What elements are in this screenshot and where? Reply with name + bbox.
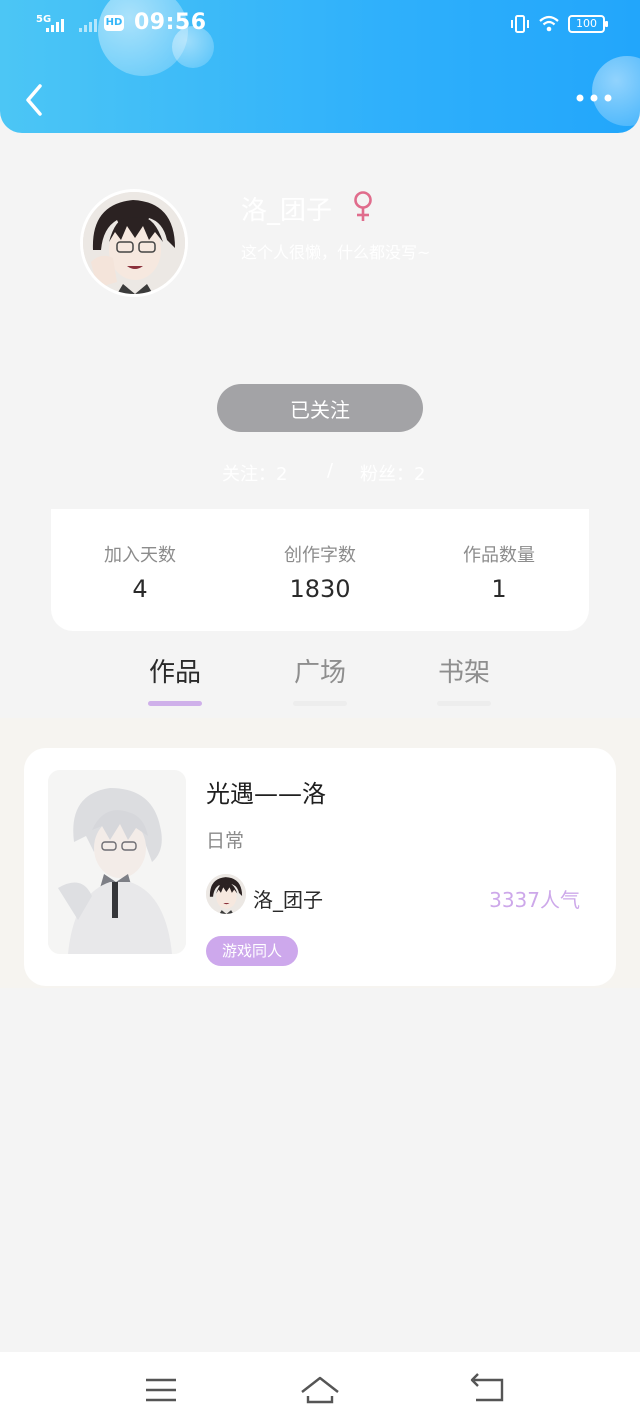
battery-indicator: 100: [568, 15, 608, 33]
stat-value: 1830: [289, 575, 351, 603]
stat-word-count: 创作字数 1830: [250, 541, 390, 603]
work-tag[interactable]: 游戏同人: [206, 936, 299, 966]
user-bio: 这个人很懒，什么都没写~: [241, 243, 431, 262]
tab-square[interactable]: 广场: [275, 652, 365, 706]
author-name: 洛_团子: [253, 888, 323, 912]
header-bar: 5G HD 09:56 100: [0, 0, 640, 133]
status-bar: 5G HD 09:56 100: [0, 0, 640, 48]
popularity-count: 3337人气: [489, 888, 580, 912]
vibrate-icon: [511, 15, 529, 33]
user-avatar[interactable]: [80, 189, 188, 297]
tab-indicator: [293, 701, 347, 706]
stat-value: 4: [132, 575, 148, 603]
secondary-signal-icon: [79, 19, 97, 32]
avatar-illustration: [83, 192, 185, 294]
tab-indicator: [148, 701, 202, 706]
work-cover-image[interactable]: [48, 770, 186, 954]
author-avatar-illustration: [206, 874, 246, 914]
stat-works-count: 作品数量 1: [429, 541, 569, 603]
tab-label: 广场: [293, 658, 346, 688]
username: 洛_团子: [241, 196, 333, 226]
cellular-signal-icon: 5G: [36, 14, 64, 32]
work-title: 光遇——洛: [206, 780, 326, 808]
menu-icon[interactable]: [141, 1370, 181, 1410]
follow-button[interactable]: 已关注: [217, 384, 423, 432]
network-type-label: 5G: [36, 14, 51, 25]
back-button[interactable]: [20, 80, 52, 120]
tab-indicator: [437, 701, 491, 706]
clock-time: 09:56: [134, 10, 207, 35]
tab-bookshelf[interactable]: 书架: [419, 652, 509, 706]
home-icon[interactable]: [300, 1370, 340, 1410]
tab-label: 作品: [148, 658, 201, 688]
tab-label: 书架: [437, 658, 490, 688]
stat-join-days: 加入天数 4: [70, 541, 210, 603]
author-avatar[interactable]: [206, 874, 246, 914]
cover-illustration: [48, 770, 186, 954]
wifi-icon: [539, 15, 559, 32]
return-icon[interactable]: [468, 1370, 508, 1410]
more-options-button[interactable]: [572, 86, 616, 110]
work-card[interactable]: 光遇——洛 日常 洛_团子 3337人气 游戏同人: [24, 748, 616, 986]
system-nav-bar: [0, 1352, 640, 1427]
stat-label: 创作字数: [284, 545, 356, 566]
stats-separator: /: [327, 460, 334, 481]
work-category: 日常: [206, 830, 245, 852]
following-count[interactable]: 关注：2: [222, 460, 287, 486]
tab-works[interactable]: 作品: [130, 652, 220, 706]
stat-label: 作品数量: [463, 545, 535, 566]
stat-value: 1: [491, 575, 507, 603]
stats-card: 加入天数 4 创作字数 1830 作品数量 1: [51, 509, 589, 631]
follow-stats: 关注：2 / 粉丝：2: [0, 460, 640, 486]
hd-badge: HD: [104, 15, 124, 31]
female-icon: [354, 191, 372, 221]
fans-count[interactable]: 粉丝：2: [360, 460, 425, 486]
stat-label: 加入天数: [104, 545, 176, 566]
